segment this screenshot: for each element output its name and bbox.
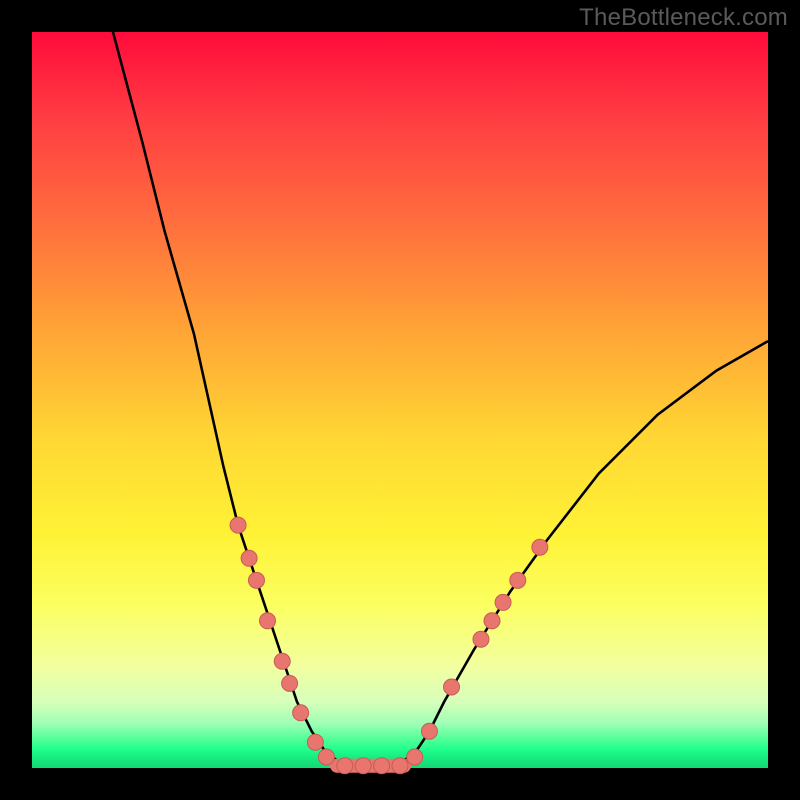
data-marker: [532, 539, 548, 555]
data-marker: [337, 758, 353, 774]
curve-line: [113, 32, 768, 768]
data-marker: [473, 631, 489, 647]
curve-canvas: [32, 32, 768, 768]
data-marker: [495, 594, 511, 610]
data-marker: [241, 550, 257, 566]
data-marker: [407, 749, 423, 765]
data-marker: [260, 613, 276, 629]
data-marker: [307, 734, 323, 750]
watermark-label: TheBottleneck.com: [579, 4, 788, 32]
data-marker: [318, 749, 334, 765]
data-marker: [510, 572, 526, 588]
chart-container: TheBottleneck.com: [0, 0, 800, 800]
data-marker: [230, 517, 246, 533]
data-marker: [355, 758, 371, 774]
data-marker: [421, 723, 437, 739]
bottleneck-curve: [113, 32, 768, 768]
data-marker: [374, 758, 390, 774]
data-marker: [274, 653, 290, 669]
data-marker: [282, 675, 298, 691]
data-marker: [484, 613, 500, 629]
plot-area: [32, 32, 768, 768]
data-marker: [392, 758, 408, 774]
data-marker: [248, 572, 264, 588]
data-marker: [444, 679, 460, 695]
data-marker: [293, 705, 309, 721]
